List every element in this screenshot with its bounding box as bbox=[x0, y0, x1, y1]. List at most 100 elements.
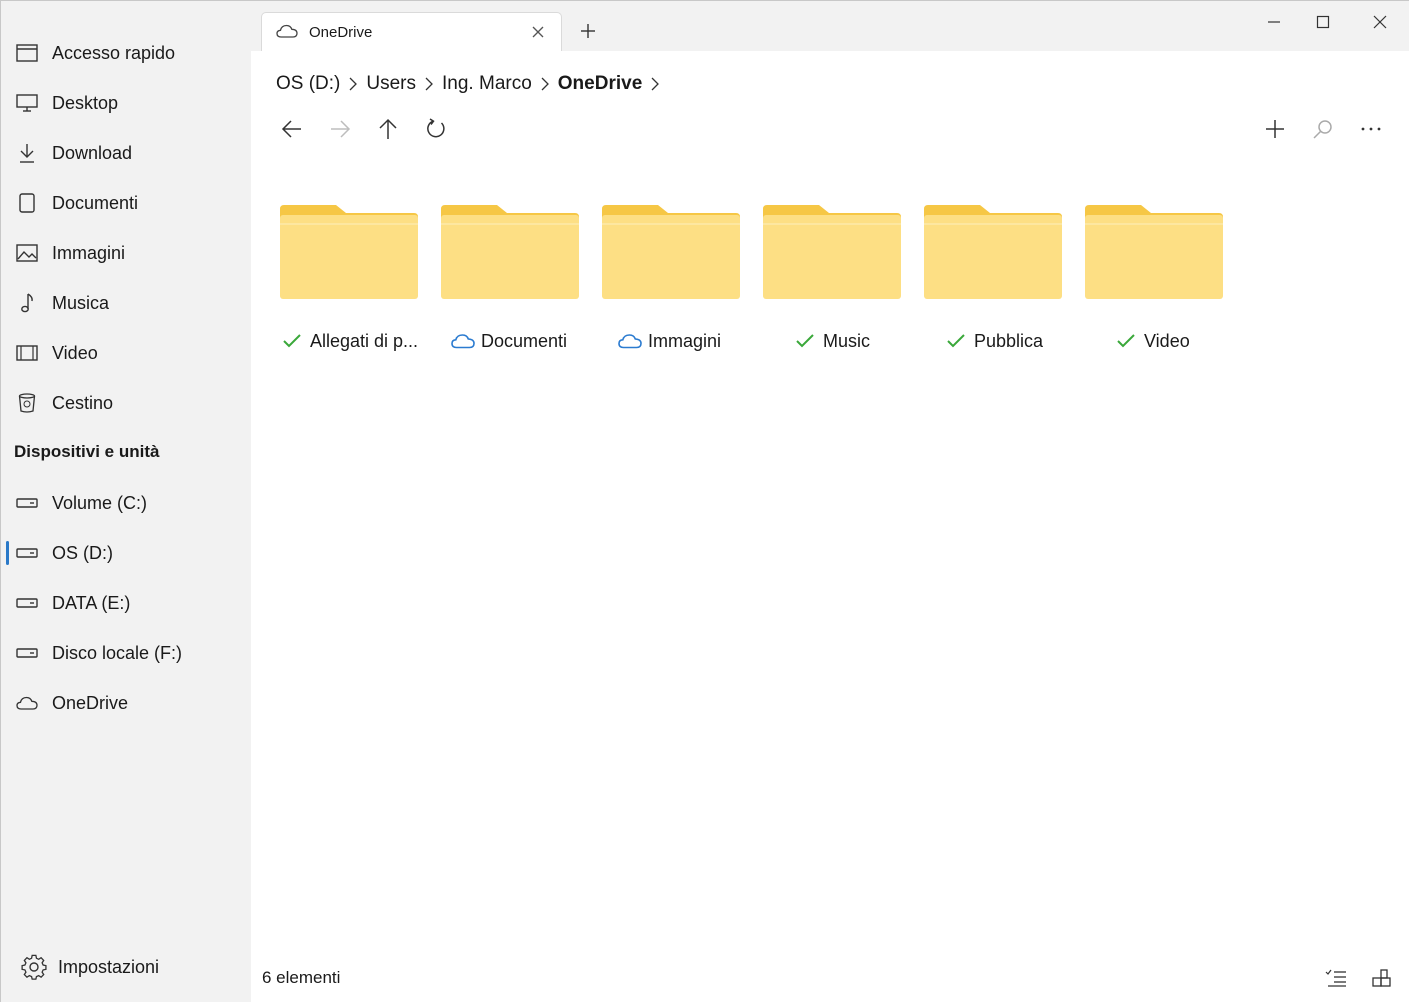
sidebar-item-label: Accesso rapido bbox=[52, 42, 176, 63]
minimize-button[interactable] bbox=[1259, 9, 1289, 35]
sidebar-item-label: Desktop bbox=[52, 92, 119, 113]
sidebar-item-label: Musica bbox=[52, 292, 110, 313]
document-icon bbox=[15, 191, 39, 215]
breadcrumb-item[interactable]: Users bbox=[366, 73, 416, 95]
plus-icon bbox=[1266, 120, 1284, 138]
sidebar-item-label: Download bbox=[52, 142, 133, 163]
search-icon bbox=[1313, 120, 1332, 139]
folder-name: Documenti bbox=[481, 330, 568, 351]
folder-label: Immagini bbox=[618, 329, 721, 353]
music-icon bbox=[15, 291, 39, 315]
drive-icon bbox=[15, 541, 39, 565]
tiles-view-button[interactable] bbox=[1368, 964, 1396, 992]
plus-icon bbox=[581, 24, 595, 38]
folder-icon bbox=[441, 205, 579, 299]
sidebar-item-music[interactable]: Musica bbox=[1, 281, 251, 325]
folder-name: Music bbox=[823, 330, 871, 351]
sidebar-item-volume-c[interactable]: Volume (C:) bbox=[1, 481, 251, 525]
close-window-button[interactable] bbox=[1365, 9, 1395, 35]
sidebar-item-video[interactable]: Video bbox=[1, 331, 251, 375]
sidebar-item-label: OneDrive bbox=[52, 692, 129, 713]
folder-name: Video bbox=[1144, 330, 1190, 351]
sidebar-item-onedrive[interactable]: OneDrive bbox=[1, 681, 251, 725]
up-button[interactable] bbox=[372, 113, 404, 145]
breadcrumb-item[interactable]: OS (D:) bbox=[276, 73, 340, 95]
arrow-right-icon bbox=[331, 120, 351, 138]
main-content: OS (D:) Users Ing. Marco OneDrive Allega… bbox=[251, 51, 1409, 1002]
settings-label: Impostazioni bbox=[58, 956, 160, 977]
folder-label: Video bbox=[1114, 329, 1190, 353]
new-item-button[interactable] bbox=[1259, 113, 1291, 145]
folder-icon bbox=[602, 205, 740, 299]
sidebar-item-label: Documenti bbox=[52, 192, 139, 213]
maximize-button[interactable] bbox=[1308, 9, 1338, 35]
close-icon[interactable] bbox=[529, 23, 547, 41]
folder-item[interactable]: Allegati di p... bbox=[277, 201, 427, 361]
sidebar-item-label: OS (D:) bbox=[52, 542, 113, 563]
settings-button[interactable]: Impostazioni bbox=[1, 945, 251, 989]
sidebar-item-os-d[interactable]: OS (D:) bbox=[1, 531, 251, 575]
folder-label: Music bbox=[793, 329, 870, 353]
folder-item[interactable]: Pubblica bbox=[921, 201, 1071, 361]
sidebar-item-quick-access[interactable]: Accesso rapido bbox=[1, 31, 251, 75]
pictures-icon bbox=[15, 241, 39, 265]
new-tab-button[interactable] bbox=[576, 19, 600, 43]
synced-check-icon bbox=[944, 331, 968, 351]
more-options-button[interactable] bbox=[1355, 113, 1387, 145]
sidebar-item-label: Video bbox=[52, 342, 98, 363]
list-view-icon bbox=[1325, 969, 1346, 987]
search-button[interactable] bbox=[1307, 113, 1339, 145]
folder-item[interactable]: Immagini bbox=[599, 201, 749, 361]
sidebar-item-pictures[interactable]: Immagini bbox=[1, 231, 251, 275]
ellipsis-icon bbox=[1361, 127, 1381, 131]
tab-onedrive[interactable]: OneDrive bbox=[261, 12, 562, 51]
item-count: 6 elementi bbox=[262, 968, 341, 987]
cloud-status-icon bbox=[451, 331, 475, 351]
folder-label: Pubblica bbox=[944, 329, 1043, 353]
drive-icon bbox=[15, 591, 39, 615]
folder-icon bbox=[280, 205, 418, 299]
close-icon bbox=[1373, 15, 1387, 29]
sidebar-item-desktop[interactable]: Desktop bbox=[1, 81, 251, 125]
folder-name: Immagini bbox=[648, 330, 722, 351]
folder-name: Allegati di p... bbox=[310, 330, 419, 351]
folder-name: Pubblica bbox=[974, 330, 1044, 351]
sidebar-item-label: Immagini bbox=[52, 242, 126, 263]
sidebar-item-download[interactable]: Download bbox=[1, 131, 251, 175]
app-window: Accesso rapido Desktop Download Document… bbox=[0, 0, 1409, 1002]
folder-label: Documenti bbox=[451, 329, 567, 353]
chevron-right-icon bbox=[342, 73, 364, 95]
breadcrumb-item[interactable]: Ing. Marco bbox=[442, 73, 532, 95]
folder-item[interactable]: Documenti bbox=[438, 201, 588, 361]
quick-access-icon bbox=[15, 41, 39, 65]
sidebar-item-disco-locale-f[interactable]: Disco locale (F:) bbox=[1, 631, 251, 675]
cloud-icon bbox=[15, 691, 39, 715]
recycle-bin-icon bbox=[15, 391, 39, 415]
folder-icon bbox=[924, 205, 1062, 299]
cloud-icon bbox=[276, 23, 298, 41]
breadcrumb-item-current[interactable]: OneDrive bbox=[558, 73, 642, 95]
back-button[interactable] bbox=[276, 113, 308, 145]
devices-header: Dispositivi e unità bbox=[14, 442, 160, 461]
cloud-status-icon bbox=[618, 331, 642, 351]
folder-item[interactable]: Music bbox=[760, 201, 910, 361]
synced-check-icon bbox=[793, 331, 817, 351]
details-view-button[interactable] bbox=[1322, 964, 1350, 992]
sidebar-item-data-e[interactable]: DATA (E:) bbox=[1, 581, 251, 625]
sidebar-item-label: Cestino bbox=[52, 392, 114, 413]
grid-view-icon bbox=[1372, 969, 1391, 987]
breadcrumb: OS (D:) Users Ing. Marco OneDrive bbox=[276, 71, 668, 97]
forward-button[interactable] bbox=[324, 113, 356, 145]
folder-item[interactable]: Video bbox=[1082, 201, 1232, 361]
sidebar-item-label: Disco locale (F:) bbox=[52, 642, 183, 663]
refresh-button[interactable] bbox=[420, 113, 452, 145]
chevron-right-icon[interactable] bbox=[644, 73, 666, 95]
sidebar-item-documents[interactable]: Documenti bbox=[1, 181, 251, 225]
sidebar-item-recycle-bin[interactable]: Cestino bbox=[1, 381, 251, 425]
arrow-up-icon bbox=[379, 118, 397, 139]
sidebar-item-label: Volume (C:) bbox=[52, 492, 148, 513]
synced-check-icon bbox=[280, 331, 304, 351]
drive-icon bbox=[15, 641, 39, 665]
maximize-icon bbox=[1316, 15, 1330, 29]
drive-icon bbox=[15, 491, 39, 515]
